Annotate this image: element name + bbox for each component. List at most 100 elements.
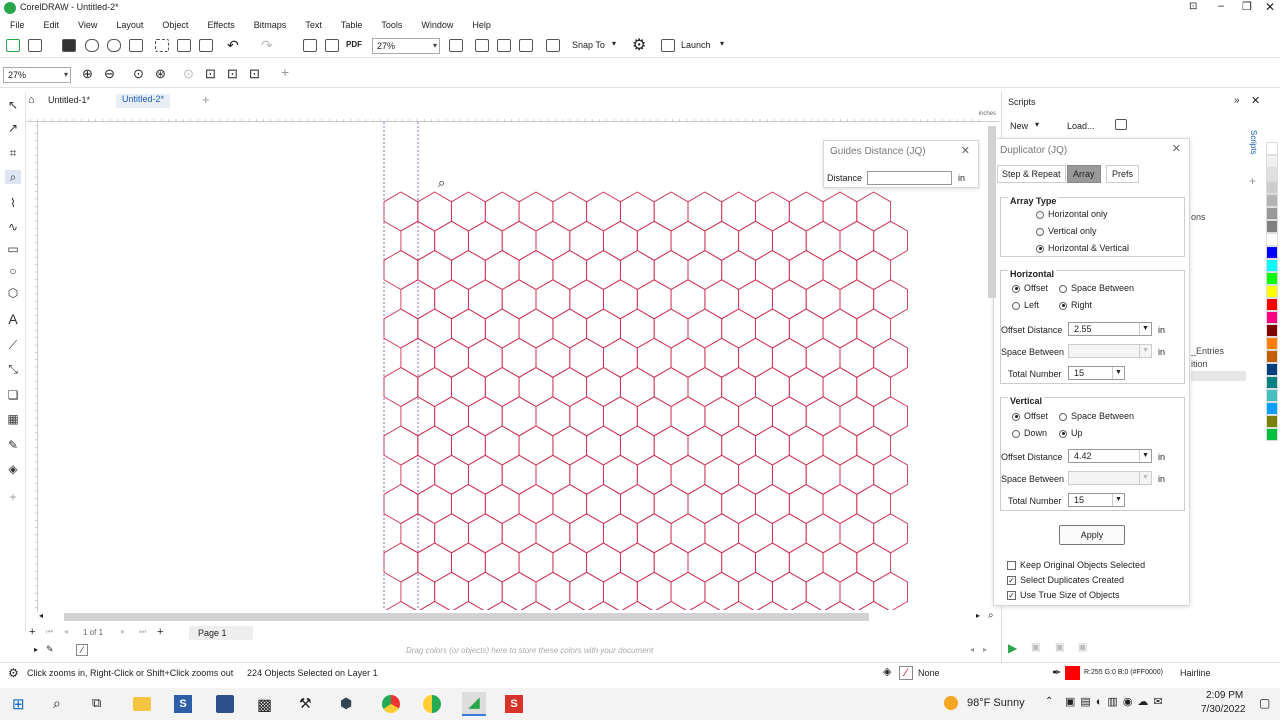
full-screen-icon[interactable]: [449, 39, 463, 52]
hexagon-shape[interactable]: [467, 337, 503, 378]
menu-tools[interactable]: Tools: [381, 20, 402, 30]
pause-icon[interactable]: ▣: [1055, 642, 1064, 653]
zoom-to-selected-icon[interactable]: ⊙: [133, 66, 144, 82]
interactive-fill-icon[interactable]: ◈: [5, 462, 21, 476]
hexagon-shape[interactable]: [823, 600, 857, 611]
palette-swatch[interactable]: [1266, 155, 1278, 168]
hexagon-shape[interactable]: [451, 542, 486, 583]
redo-icon[interactable]: ↷: [261, 37, 273, 54]
hexagon-shape[interactable]: [569, 220, 604, 261]
hexagon-shape[interactable]: [636, 454, 672, 495]
hexagon-shape[interactable]: [603, 337, 638, 378]
hexagon-shape[interactable]: [653, 366, 689, 408]
clock-date[interactable]: 7/30/2022: [1201, 704, 1246, 715]
add-icon[interactable]: +: [281, 64, 289, 80]
checkbox-keep-original[interactable]: Keep Original Objects Selected: [1007, 560, 1145, 571]
radio-vertical-only[interactable]: Vertical only: [1036, 226, 1097, 236]
hexagon-shape[interactable]: [383, 483, 419, 525]
hexagon-shape[interactable]: [738, 396, 773, 437]
hexagon-shape[interactable]: [451, 308, 486, 349]
palette-swatch[interactable]: [1266, 415, 1278, 428]
hexagon-shape[interactable]: [687, 308, 723, 349]
hexagon-shape[interactable]: [704, 279, 740, 320]
account-icon[interactable]: ⊡: [1189, 1, 1197, 12]
hexagon-shape[interactable]: [822, 191, 858, 232]
hexagon-shape[interactable]: [788, 366, 824, 408]
palette-swatch[interactable]: [1266, 207, 1278, 220]
hexagon-shape[interactable]: [434, 220, 469, 261]
undo-icon[interactable]: ↶: [227, 37, 239, 54]
radio-horizontal-vertical[interactable]: Horizontal & Vertical: [1036, 243, 1129, 253]
h-space-between-input[interactable]: ▼: [1068, 344, 1152, 358]
hexagon-shape[interactable]: [670, 513, 706, 554]
hexagon-shape[interactable]: [856, 366, 892, 408]
hexagon-shape[interactable]: [653, 483, 689, 525]
hexagon-shape[interactable]: [856, 542, 892, 583]
hexagon-shape[interactable]: [383, 542, 419, 583]
copy-icon[interactable]: [177, 39, 191, 52]
hexagon-shape[interactable]: [467, 396, 503, 437]
hexagon-shape[interactable]: [384, 600, 418, 611]
open-icon[interactable]: [28, 39, 42, 52]
hexagon-shape[interactable]: [518, 191, 554, 232]
palette-swatch[interactable]: [1266, 428, 1278, 441]
palette-swatch[interactable]: [1266, 389, 1278, 402]
hexagon-shape[interactable]: [417, 542, 452, 583]
palette-swatch[interactable]: [1266, 298, 1278, 311]
v-total-number-select[interactable]: 15 ▼: [1068, 493, 1125, 507]
radio-v-down[interactable]: Down: [1012, 428, 1047, 438]
hexagon-shape[interactable]: [788, 308, 824, 349]
hexagon-shape[interactable]: [822, 483, 858, 525]
coreldraw-taskbar-icon[interactable]: ◢: [462, 692, 486, 716]
hexagon-shape[interactable]: [484, 366, 520, 408]
import-icon[interactable]: [303, 39, 317, 52]
hexagon-shape[interactable]: [552, 425, 588, 466]
hexagon-shape[interactable]: [654, 600, 688, 611]
hexagon-shape[interactable]: [805, 396, 841, 437]
hexagon-shape[interactable]: [636, 220, 672, 261]
hexagon-shape[interactable]: [722, 600, 756, 611]
upload-cloud-icon[interactable]: [85, 39, 99, 52]
snap-to-dropdown[interactable]: Snap To: [572, 40, 605, 50]
scroll-thumb[interactable]: [64, 613, 869, 621]
hexagon-shape[interactable]: [586, 366, 621, 408]
transparency-tool-icon[interactable]: ▦: [5, 412, 21, 426]
hexagon-shape[interactable]: [451, 483, 486, 525]
hexagon-shape[interactable]: [552, 308, 588, 349]
hexagon-shape[interactable]: [603, 513, 638, 554]
print-icon[interactable]: [129, 39, 143, 52]
hexagon-shape[interactable]: [721, 425, 756, 466]
radio-h-right[interactable]: Right: [1059, 300, 1092, 310]
show-rulers-icon[interactable]: [475, 39, 489, 52]
menu-object[interactable]: Object: [162, 20, 188, 30]
hexagon-shape[interactable]: [535, 337, 571, 378]
hexagon-shape[interactable]: [434, 454, 469, 495]
weather-sun-icon[interactable]: [944, 696, 958, 710]
connector-tool-icon[interactable]: ⤡: [5, 362, 21, 376]
hexagon-shape[interactable]: [857, 600, 891, 611]
hexagon-shape[interactable]: [755, 308, 790, 349]
hexagon-shape[interactable]: [805, 337, 841, 378]
hexagon-shape[interactable]: [704, 513, 740, 554]
hexagon-shape[interactable]: [687, 542, 723, 583]
next-page-icon[interactable]: ▸: [121, 627, 125, 636]
hexagon-shape[interactable]: [519, 600, 553, 611]
hexagon-shape[interactable]: [619, 191, 655, 232]
hexagon-shape[interactable]: [839, 396, 875, 437]
menu-table[interactable]: Table: [341, 20, 363, 30]
hexagon-shape[interactable]: [603, 279, 638, 320]
hexagon-shape[interactable]: [704, 396, 740, 437]
zoom-to-page-width-icon[interactable]: ⊡: [205, 66, 216, 82]
search-icon[interactable]: ⌕: [53, 695, 61, 712]
hexagon-shape[interactable]: [687, 425, 723, 466]
hexagon-shape[interactable]: [619, 366, 655, 408]
eyedropper-icon[interactable]: ✎: [5, 438, 21, 452]
hexagon-shape[interactable]: [485, 600, 519, 611]
hexagon-shape[interactable]: [873, 220, 908, 261]
hexagon-shape[interactable]: [771, 513, 807, 554]
hexagon-shape[interactable]: [788, 425, 824, 466]
hexagon-shape[interactable]: [501, 396, 537, 437]
crop-tool-icon[interactable]: ⌗: [5, 146, 21, 160]
app-s-icon[interactable]: S: [174, 695, 192, 713]
hexagon-shape[interactable]: [383, 425, 419, 466]
